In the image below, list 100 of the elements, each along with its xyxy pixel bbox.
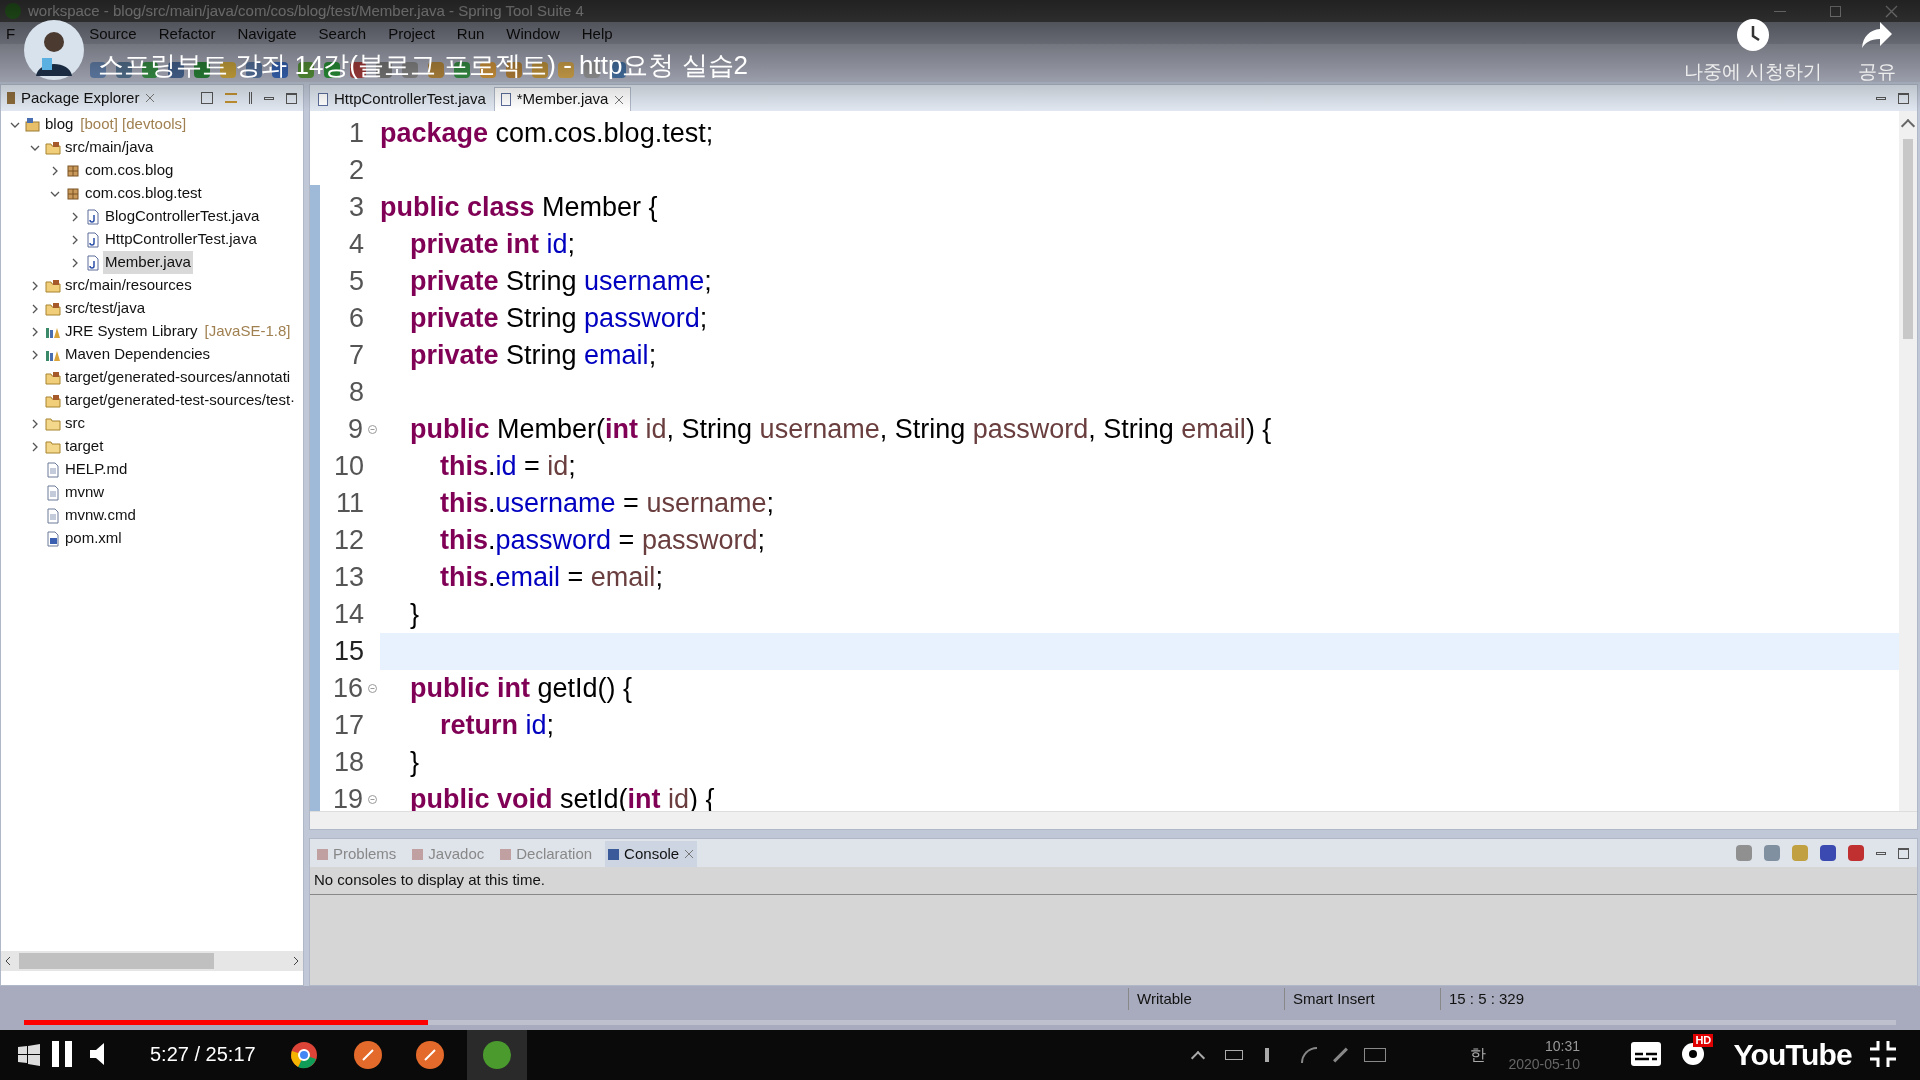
pause-icon[interactable] xyxy=(52,1041,72,1067)
keyboard-icon[interactable] xyxy=(1364,1048,1387,1062)
java-file-icon xyxy=(86,231,100,248)
minimize-icon[interactable] xyxy=(1774,10,1786,12)
collapse-icon[interactable] xyxy=(367,684,377,693)
exit-fullscreen-icon[interactable] xyxy=(1870,1041,1896,1067)
collapsed-chevron-icon[interactable] xyxy=(30,441,40,452)
tree-item[interactable]: JRE System Library xyxy=(63,320,200,343)
toolbar-icon[interactable] xyxy=(402,62,418,78)
toolbar-icon[interactable] xyxy=(1820,845,1836,861)
collapsed-chevron-icon[interactable] xyxy=(30,326,40,337)
battery-icon[interactable] xyxy=(1225,1050,1244,1060)
taskbar-app-button[interactable] xyxy=(467,1030,527,1080)
more-options-icon[interactable] xyxy=(249,92,252,104)
scroll-left-icon[interactable] xyxy=(5,956,11,966)
tree-item[interactable]: target/generated-sources/annotati xyxy=(63,366,293,389)
tree-item[interactable]: Maven Dependencies xyxy=(63,343,213,366)
toolbar-icon[interactable] xyxy=(610,62,626,78)
rocket-app-icon[interactable] xyxy=(415,1040,445,1070)
console-message: No consoles to display at this time. xyxy=(310,867,1917,895)
tree-item[interactable]: mvnw xyxy=(63,481,107,504)
tree-item[interactable]: com.cos.blog xyxy=(83,159,176,182)
toolbar-icon[interactable] xyxy=(480,62,496,78)
java-file-icon xyxy=(86,254,100,271)
tree-item[interactable]: target/generated-test-sources/test· xyxy=(63,389,298,412)
toolbar-icon[interactable] xyxy=(376,62,392,78)
maximize-icon[interactable] xyxy=(286,92,297,104)
collapsed-chevron-icon[interactable] xyxy=(70,211,80,222)
maximize-icon[interactable] xyxy=(1898,847,1909,859)
minimize-icon[interactable] xyxy=(1876,96,1886,100)
code-line: this.username = username; xyxy=(439,487,775,521)
tree-item[interactable]: mvnw.cmd xyxy=(63,504,138,527)
close-icon[interactable] xyxy=(684,849,695,859)
close-icon[interactable] xyxy=(145,93,156,103)
collapsed-chevron-icon[interactable] xyxy=(70,257,80,268)
editor-tab[interactable]: *Member.java xyxy=(493,87,632,111)
toolbar-icon[interactable] xyxy=(454,62,470,78)
toolbar-icon[interactable] xyxy=(584,62,600,78)
toolbar-icon[interactable] xyxy=(350,62,366,78)
vertical-scrollbar[interactable] xyxy=(1899,111,1917,811)
minimize-icon[interactable] xyxy=(264,96,274,100)
tree-item[interactable]: src/main/java xyxy=(63,136,156,159)
toolbar-icon[interactable] xyxy=(506,62,522,78)
tree-item[interactable]: HELP.md xyxy=(63,458,130,481)
close-icon[interactable] xyxy=(614,94,625,105)
clock-icon[interactable] xyxy=(1735,18,1770,52)
tree-item[interactable]: target xyxy=(63,435,106,458)
line-number: 16 xyxy=(331,672,364,706)
view-icon xyxy=(608,848,620,860)
tree-item[interactable]: Member.java xyxy=(103,251,193,274)
collapsed-chevron-icon[interactable] xyxy=(30,280,40,291)
toolbar-icon[interactable] xyxy=(298,62,314,78)
horizontal-scrollbar[interactable] xyxy=(1,951,303,971)
line-number: 4 xyxy=(347,228,364,262)
tree-item[interactable]: HttpControllerTest.java xyxy=(103,228,259,251)
line-number: 14 xyxy=(332,598,364,632)
chrome-icon[interactable] xyxy=(290,1041,318,1069)
toolbar-icon[interactable] xyxy=(272,62,288,78)
editor-tab[interactable]: HttpControllerTest.java xyxy=(312,87,492,111)
tree-item[interactable]: com.cos.blog.test xyxy=(83,182,204,205)
collapsed-chevron-icon[interactable] xyxy=(30,349,40,360)
toolbar-icon[interactable] xyxy=(168,62,184,78)
youtube-logo[interactable]: YouTube xyxy=(1733,1031,1852,1077)
tree-item[interactable]: BlogControllerTest.java xyxy=(103,205,262,228)
project-icon xyxy=(25,116,41,133)
maximize-icon[interactable] xyxy=(1898,92,1909,104)
rocket-app-icon[interactable] xyxy=(353,1040,383,1070)
toolbar-icon[interactable] xyxy=(116,62,132,78)
java-file-icon xyxy=(500,93,511,106)
collapse-icon[interactable] xyxy=(367,795,377,804)
collapsed-chevron-icon[interactable] xyxy=(70,234,80,245)
tree-item[interactable]: pom.xml xyxy=(63,527,124,550)
channel-avatar[interactable] xyxy=(24,20,84,80)
toolbar-icon[interactable] xyxy=(324,62,340,78)
horizontal-scrollbar[interactable] xyxy=(310,811,1917,829)
line-number: 18 xyxy=(332,746,364,780)
toolbar-icon[interactable] xyxy=(246,62,262,78)
collapsed-chevron-icon[interactable] xyxy=(30,418,40,429)
collapse-all-icon[interactable] xyxy=(201,92,213,104)
ime-indicator[interactable]: 한 xyxy=(1470,1043,1487,1067)
scroll-right-icon[interactable] xyxy=(293,956,299,966)
tree-item-decoration: [boot] [devtools] xyxy=(80,114,187,135)
restore-icon[interactable] xyxy=(1830,5,1841,17)
collapsed-chevron-icon[interactable] xyxy=(30,303,40,314)
tree-item[interactable]: src/test/java xyxy=(63,297,148,320)
windows-logo-icon[interactable] xyxy=(18,1044,40,1066)
toolbar-icon[interactable] xyxy=(194,62,210,78)
subtitles-icon[interactable] xyxy=(1631,1042,1662,1066)
tree-item[interactable]: src xyxy=(63,412,87,435)
panel-tab[interactable]: Console xyxy=(605,841,698,867)
collapse-icon[interactable] xyxy=(367,425,377,434)
toolbar-icon[interactable] xyxy=(532,62,548,78)
file-icon xyxy=(46,507,60,524)
tree-item[interactable]: blog xyxy=(43,113,76,136)
wifi-icon[interactable] xyxy=(1301,1047,1318,1063)
video-title[interactable]: 스프링부트 강좌 14강(블로그 프로젝트) - http요청 실습2 xyxy=(98,51,749,79)
tree-item[interactable]: src/main/resources xyxy=(63,274,194,297)
minimize-icon[interactable] xyxy=(1876,851,1886,855)
collapsed-chevron-icon[interactable] xyxy=(50,165,60,176)
toolbar-icon[interactable] xyxy=(142,62,158,78)
